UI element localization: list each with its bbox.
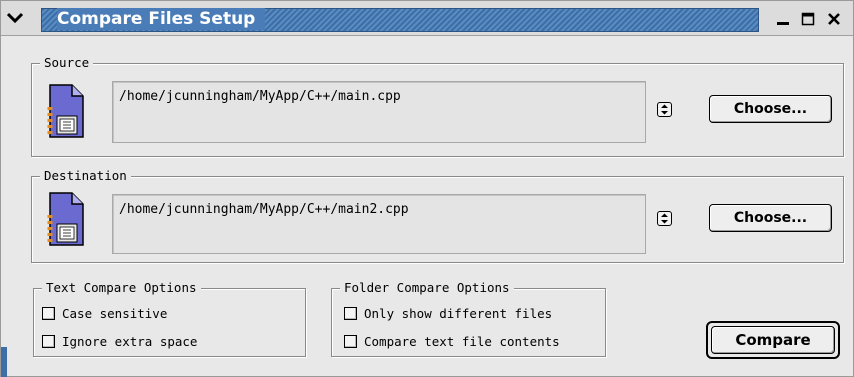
case-sensitive-label: Case sensitive: [62, 305, 168, 321]
compare-button[interactable]: Compare: [711, 326, 835, 354]
source-choose-button[interactable]: Choose...: [709, 95, 832, 123]
only-show-different-files-option[interactable]: Only show different files: [344, 304, 552, 322]
only-show-different-files-label: Only show different files: [364, 305, 553, 321]
text-compare-options-group: Text Compare Options Case sensitive Igno…: [33, 280, 306, 357]
folder-compare-options-label: Folder Compare Options: [340, 280, 514, 296]
compare-text-file-contents-checkbox[interactable]: [344, 334, 357, 348]
document-icon: [44, 82, 88, 140]
chevron-down-icon[interactable]: [7, 10, 23, 26]
compare-files-setup-window: Compare Files Setup Source /home/jcunnin…: [0, 0, 854, 377]
maximize-icon[interactable]: [798, 9, 818, 29]
close-icon[interactable]: [824, 9, 844, 29]
destination-stepper-icon[interactable]: [657, 211, 672, 226]
folder-compare-options-group: Folder Compare Options Only show differe…: [331, 280, 606, 357]
title-bar[interactable]: Compare Files Setup: [1, 1, 853, 36]
destination-choose-button[interactable]: Choose...: [709, 204, 832, 232]
compare-text-file-contents-option[interactable]: Compare text file contents: [344, 332, 560, 350]
destination-group: Destination /home/jcunningham/MyApp/C++/…: [31, 168, 844, 263]
destination-path-field[interactable]: /home/jcunningham/MyApp/C++/main2.cpp: [112, 194, 646, 254]
source-group-label: Source: [40, 55, 94, 71]
minimize-icon[interactable]: [773, 9, 793, 29]
compare-text-file-contents-label: Compare text file contents: [364, 333, 560, 349]
window-edge-accent: [1, 347, 7, 377]
window-title: Compare Files Setup: [57, 8, 266, 30]
case-sensitive-option[interactable]: Case sensitive: [42, 304, 167, 322]
destination-group-label: Destination: [40, 168, 131, 184]
ignore-extra-space-option[interactable]: Ignore extra space: [42, 332, 197, 350]
text-compare-options-label: Text Compare Options: [42, 280, 201, 296]
source-group: Source /home/jcunningham/MyApp/C++/main.…: [31, 55, 844, 157]
only-show-different-files-checkbox[interactable]: [344, 306, 357, 320]
ignore-extra-space-checkbox[interactable]: [42, 334, 55, 348]
case-sensitive-checkbox[interactable]: [42, 306, 55, 320]
document-icon: [44, 190, 88, 248]
ignore-extra-space-label: Ignore extra space: [62, 333, 198, 349]
source-path-field[interactable]: /home/jcunningham/MyApp/C++/main.cpp: [112, 81, 646, 143]
source-stepper-icon[interactable]: [657, 102, 672, 117]
